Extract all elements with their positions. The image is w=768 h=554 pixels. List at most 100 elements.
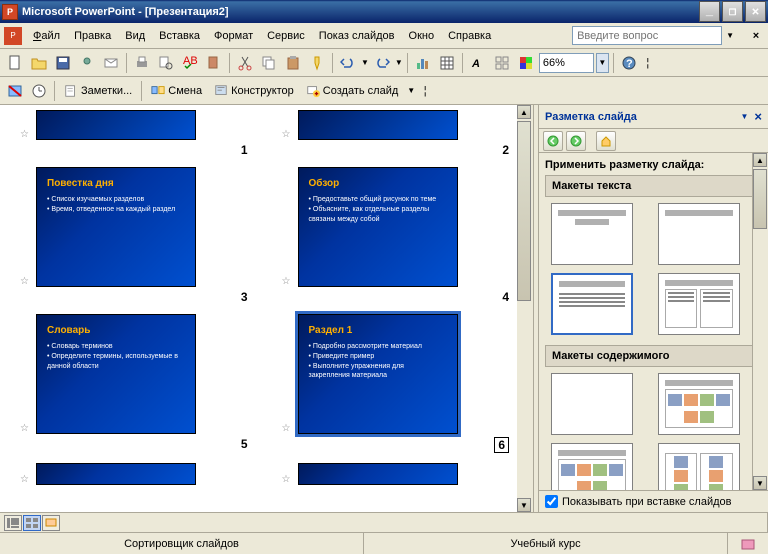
menu-bar: P Файл Правка Вид Вставка Формат Сервис … (0, 23, 768, 49)
menu-edit[interactable]: Правка (67, 28, 118, 44)
taskpane-dropdown-icon[interactable]: ▼ (740, 112, 748, 121)
layout-two-content[interactable] (658, 443, 740, 490)
grid-button[interactable] (491, 52, 513, 74)
scroll-up-icon[interactable]: ▲ (517, 105, 531, 119)
nav-forward-button[interactable] (566, 131, 586, 151)
notes-button[interactable]: Заметки... (59, 80, 137, 102)
standard-toolbar: ABC ▼ ▼ A 66% ▼ ? ¦ (0, 49, 768, 77)
tp-scroll-up-icon[interactable]: ▲ (753, 153, 767, 167)
toolbar2-options-icon[interactable]: ¦ (419, 80, 431, 102)
minimize-button[interactable]: _ (699, 1, 720, 22)
status-course: Учебный курс (364, 533, 728, 554)
status-icon (740, 537, 756, 551)
layout-title-content[interactable] (551, 443, 633, 490)
slide-thumbnail[interactable] (298, 110, 458, 140)
undo-button[interactable] (337, 52, 359, 74)
help-dropdown-icon[interactable]: ▼ (726, 31, 734, 40)
slide-thumbnail[interactable]: Раздел 1• Подробно рассмотрите материал•… (298, 314, 458, 434)
svg-text:?: ? (626, 58, 633, 70)
show-formatting-button[interactable]: A (467, 52, 489, 74)
animation-star-icon: ☆ (282, 423, 296, 434)
transition-button[interactable]: Смена (146, 80, 207, 102)
slideshow-view-button[interactable] (42, 515, 60, 531)
show-on-insert-label: Показывать при вставке слайдов (562, 496, 732, 508)
animation-star-icon: ☆ (20, 129, 34, 140)
slide-thumbnail[interactable]: Обзор• Предоставьте общий рисунок по тем… (298, 167, 458, 287)
menu-view[interactable]: Вид (118, 28, 152, 44)
help-button[interactable]: ? (618, 52, 640, 74)
email-button[interactable] (100, 52, 122, 74)
permission-button[interactable] (76, 52, 98, 74)
toolbar-options-icon[interactable]: ¦ (642, 52, 654, 74)
tp-scroll-down-icon[interactable]: ▼ (753, 476, 767, 490)
taskpane-close-button[interactable]: × (754, 109, 762, 124)
show-on-insert-checkbox[interactable] (545, 495, 558, 508)
layout-title-bullets[interactable] (551, 273, 633, 335)
new-slide-dropdown-icon[interactable]: ▼ (405, 86, 417, 95)
hide-slide-button[interactable] (4, 80, 26, 102)
menu-tools[interactable]: Сервис (260, 28, 312, 44)
task-pane: Разметка слайда ▼ × Применить разметку с… (538, 105, 768, 512)
layout-two-column[interactable] (658, 273, 740, 335)
slide-number: 5 (241, 437, 248, 451)
tp-scroll-thumb[interactable] (753, 169, 767, 229)
animation-star-icon: ☆ (20, 276, 34, 287)
normal-view-button[interactable] (4, 515, 22, 531)
undo-dropdown-icon[interactable]: ▼ (361, 58, 369, 67)
slide-sorter-area[interactable]: ☆1☆2☆Повестка дня• Список изучаемых разд… (0, 105, 533, 512)
animation-star-icon: ☆ (20, 423, 34, 434)
zoom-dropdown-icon[interactable]: ▼ (596, 53, 609, 73)
slide-thumbnail[interactable]: Словарь• Словарь терминов• Определите те… (36, 314, 196, 434)
powerpoint-icon: P (2, 4, 18, 20)
spellcheck-button[interactable]: ABC (179, 52, 201, 74)
menu-slideshow[interactable]: Показ слайдов (312, 28, 402, 44)
print-button[interactable] (131, 52, 153, 74)
slide-thumbnail[interactable] (36, 463, 196, 485)
rehearse-button[interactable] (28, 80, 50, 102)
layout-title-only[interactable] (658, 203, 740, 265)
apply-layout-label: Применить разметку слайда: (545, 159, 762, 171)
doc-close-button[interactable]: × (748, 28, 764, 44)
print-preview-button[interactable] (155, 52, 177, 74)
taskpane-scrollbar[interactable]: ▲ ▼ (752, 153, 768, 490)
chart-button[interactable] (412, 52, 434, 74)
scroll-thumb[interactable] (517, 121, 531, 301)
zoom-combo[interactable]: 66% (539, 53, 594, 73)
save-button[interactable] (52, 52, 74, 74)
close-button[interactable]: ✕ (745, 1, 766, 22)
slide-thumbnail[interactable]: Повестка дня• Список изучаемых разделов•… (36, 167, 196, 287)
menu-format[interactable]: Формат (207, 28, 260, 44)
menu-window[interactable]: Окно (402, 28, 442, 44)
new-slide-button[interactable]: Создать слайд (301, 80, 403, 102)
cut-button[interactable] (234, 52, 256, 74)
menu-file[interactable]: Файл (26, 28, 67, 44)
design-button[interactable]: Конструктор (209, 80, 299, 102)
nav-home-button[interactable] (596, 131, 616, 151)
color-button[interactable] (515, 52, 537, 74)
paste-button[interactable] (282, 52, 304, 74)
redo-dropdown-icon[interactable]: ▼ (395, 58, 403, 67)
layout-title[interactable] (551, 203, 633, 265)
slide-thumbnail[interactable] (298, 463, 458, 485)
scroll-down-icon[interactable]: ▼ (517, 498, 531, 512)
sorter-view-button[interactable] (23, 515, 41, 531)
table-button[interactable] (436, 52, 458, 74)
layout-content[interactable] (658, 373, 740, 435)
copy-button[interactable] (258, 52, 280, 74)
menu-insert[interactable]: Вставка (152, 28, 207, 44)
menu-help[interactable]: Справка (441, 28, 498, 44)
restore-button[interactable]: ❐ (722, 1, 743, 22)
slide-thumbnail[interactable] (36, 110, 196, 140)
slide-number: 3 (241, 290, 248, 304)
redo-button[interactable] (371, 52, 393, 74)
nav-back-button[interactable] (543, 131, 563, 151)
format-painter-button[interactable] (306, 52, 328, 74)
sorter-scrollbar[interactable]: ▲ ▼ (517, 105, 533, 512)
layout-blank[interactable] (551, 373, 633, 435)
animation-star-icon: ☆ (282, 276, 296, 287)
open-button[interactable] (28, 52, 50, 74)
new-button[interactable] (4, 52, 26, 74)
research-button[interactable] (203, 52, 225, 74)
slide-sorter-toolbar: Заметки... Смена Конструктор Создать сла… (0, 77, 768, 105)
help-search-input[interactable] (572, 26, 722, 45)
